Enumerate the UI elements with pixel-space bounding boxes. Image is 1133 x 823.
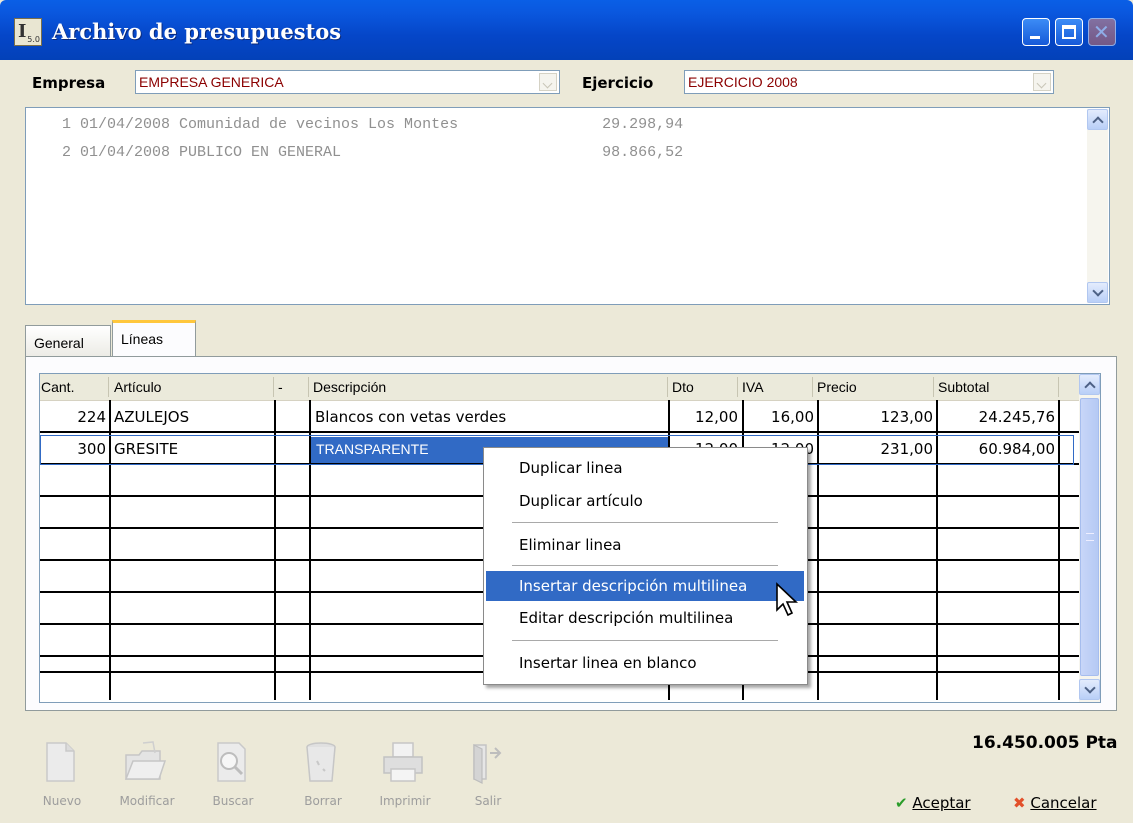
menu-item-duplicar-linea[interactable]: Duplicar linea [486,453,804,483]
column-divider[interactable] [933,377,934,397]
cancelar-button[interactable]: ✖ Cancelar [1013,794,1097,812]
close-button[interactable]: ✕ [1088,18,1116,46]
cell-articulo[interactable]: GRESITE [114,439,269,460]
app-icon: I 5.0 [14,18,42,46]
total-amount: 16.450.005 Pta [972,733,1118,753]
tab-lineas[interactable]: Líneas [112,320,196,356]
column-divider[interactable] [737,377,738,397]
header-dto[interactable]: Dto [672,379,694,395]
imprimir-label: Imprimir [379,794,431,808]
scroll-up-icon[interactable] [1087,109,1108,130]
scroll-thumb[interactable] [1080,398,1099,676]
empresa-select[interactable]: EMPRESA GENERICA [135,70,560,94]
cell-cant[interactable]: 224 [40,407,106,428]
cell-subtotal[interactable]: 60.984,00 [938,439,1055,460]
chevron-down-icon[interactable] [1033,73,1051,91]
cell-precio[interactable]: 123,00 [819,407,934,428]
cell-precio[interactable]: 231,00 [819,439,934,460]
cell-articulo[interactable]: AZULEJOS [114,407,269,428]
header-precio[interactable]: Precio [817,379,857,395]
header-dash[interactable]: - [278,379,283,395]
tab-general[interactable]: General [25,325,111,357]
grid-scrollbar[interactable] [1079,374,1100,702]
ejercicio-value: EJERCICIO 2008 [688,74,798,90]
menu-item-insertar-linea-blanco[interactable]: Insertar linea en blanco [486,648,804,678]
tab-general-label: General [34,335,84,351]
exit-door-icon [473,744,502,784]
list-item[interactable]: 2 01/04/2008 PUBLICO EN GENERAL 98.866,5… [26,144,683,161]
title-bar[interactable]: I 5.0 Archivo de presupuestos ✕ [0,0,1133,60]
ejercicio-label: Ejercicio [582,74,654,92]
open-folder-icon [124,741,167,780]
menu-item-editar-descripcion[interactable]: Editar descripción multilinea [486,603,804,633]
grid-header: Cant. Artículo - Descripción Dto IVA Pre… [40,374,1080,401]
menu-item-insertar-descripcion[interactable]: Insertar descripción multilinea [486,571,804,601]
close-icon: ✕ [1093,20,1110,44]
borrar-label: Borrar [304,794,342,808]
menu-separator [512,522,778,523]
header-articulo[interactable]: Artículo [114,379,161,395]
menu-item-duplicar-articulo[interactable]: Duplicar artículo [486,486,804,516]
column-divider[interactable] [273,377,274,397]
budget-list[interactable]: 1 01/04/2008 Comunidad de vecinos Los Mo… [25,107,1110,305]
minimize-icon [1030,36,1040,39]
cell-dto[interactable]: 12,00 [670,407,738,428]
menu-separator [512,565,778,566]
search-document-icon [217,742,246,782]
new-document-icon [46,742,75,782]
borrar-button[interactable]: Borrar [293,733,353,818]
menu-separator [512,640,778,641]
mouse-cursor-icon [776,582,799,617]
salir-label: Salir [474,794,502,808]
cancelar-label: Cancelar [1030,794,1097,812]
tab-lineas-label: Líneas [121,331,164,347]
empresa-label: Empresa [32,74,106,92]
buscar-button[interactable]: Buscar [203,733,263,818]
scroll-down-icon[interactable] [1079,679,1100,700]
column-divider[interactable] [667,377,668,397]
context-menu: Duplicar linea Duplicar artículo Elimina… [483,447,808,685]
printer-icon [383,742,423,782]
header-subtotal[interactable]: Subtotal [938,379,989,395]
column-divider[interactable] [1058,377,1059,397]
menu-item-eliminar-linea[interactable]: Eliminar linea [486,530,804,560]
imprimir-button[interactable]: Imprimir [375,733,435,818]
nuevo-label: Nuevo [42,794,82,808]
modificar-button[interactable]: Modificar [117,733,177,818]
header-iva[interactable]: IVA [742,379,764,395]
header-descripcion[interactable]: Descripción [313,379,386,395]
column-divider[interactable] [308,377,309,397]
budget-archive-window: I 5.0 Archivo de presupuestos ✕ Empresa E… [0,0,1133,823]
nuevo-button[interactable]: Nuevo [32,733,92,818]
scroll-up-icon[interactable] [1079,374,1100,395]
chevron-down-icon[interactable] [539,73,557,91]
aceptar-button[interactable]: ✔ Aceptar [895,794,971,812]
ejercicio-select[interactable]: EJERCICIO 2008 [684,70,1054,94]
aceptar-label: Aceptar [912,794,971,812]
header-cant[interactable]: Cant. [41,379,74,395]
window-title: Archivo de presupuestos [52,19,342,44]
maximize-button[interactable] [1055,18,1083,46]
column-divider[interactable] [812,377,813,397]
maximize-icon [1062,25,1076,39]
checkmark-icon: ✔ [895,794,908,812]
cell-iva[interactable]: 16,00 [744,407,814,428]
table-row[interactable]: 224 AZULEJOS Blancos con vetas verdes 12… [40,406,1080,430]
budget-list-scrollbar[interactable] [1087,109,1108,303]
buscar-label: Buscar [212,794,254,808]
empresa-value: EMPRESA GENERICA [139,74,284,90]
cell-cant[interactable]: 300 [41,439,106,460]
modificar-label: Modificar [119,794,175,808]
list-item[interactable]: 1 01/04/2008 Comunidad de vecinos Los Mo… [26,116,683,133]
grid-line [40,431,1080,433]
cancel-x-icon: ✖ [1013,794,1026,812]
cell-descripcion[interactable]: Blancos con vetas verdes [315,407,665,428]
salir-button[interactable]: Salir [458,733,518,818]
cell-subtotal[interactable]: 24.245,76 [938,407,1055,428]
scroll-down-icon[interactable] [1087,282,1108,303]
trash-icon [306,742,336,782]
minimize-button[interactable] [1022,18,1050,46]
column-divider[interactable] [108,377,109,397]
